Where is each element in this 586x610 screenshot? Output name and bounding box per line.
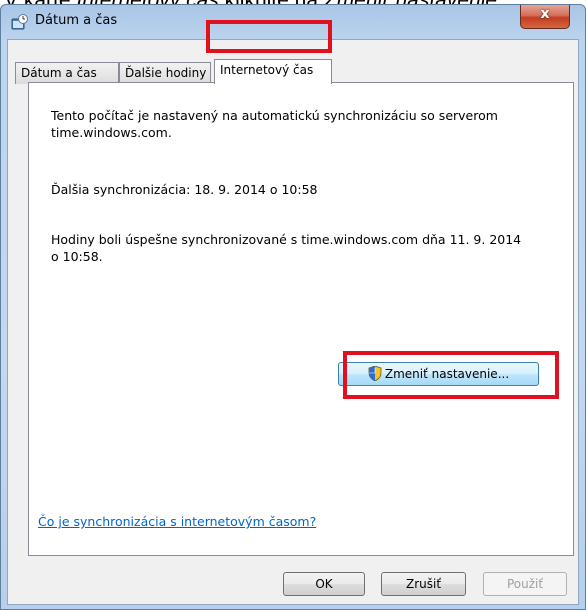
tab-internet-time[interactable]: Internetový čas — [214, 59, 332, 84]
apply-label: Použiť — [506, 577, 544, 591]
tab-additional-clocks-label: Ďalšie hodiny — [125, 66, 207, 80]
tab-internet-time-label: Internetový čas — [220, 63, 314, 77]
internet-time-help-link[interactable]: Čo je synchronizácia s internetovým časo… — [38, 514, 316, 529]
date-time-dialog: Dátum a čas x Dátum a čas Ďalšie hodiny … — [0, 4, 586, 610]
apply-button[interactable]: Použiť — [483, 572, 567, 596]
window-title: Dátum a čas — [35, 13, 118, 28]
change-settings-button[interactable]: Zmeniť nastavenie... — [338, 362, 539, 386]
tab-additional-clocks[interactable]: Ďalšie hodiny — [119, 62, 211, 84]
last-sync-text: Hodiny boli úspešne synchronizované s ti… — [51, 231, 566, 265]
cancel-label: Zrušiť — [405, 577, 442, 591]
close-button[interactable]: x — [520, 5, 570, 29]
sync-info-line-1: Tento počítač je nastavený na automatick… — [51, 108, 498, 123]
internet-time-panel: Tento počítač je nastavený na automatick… — [28, 82, 574, 556]
close-icon: x — [540, 6, 550, 22]
tab-date-time[interactable]: Dátum a čas — [15, 62, 119, 84]
clock-icon — [11, 14, 28, 30]
last-sync-line-1: Hodiny boli úspešne synchronizované s ti… — [51, 232, 522, 247]
sync-info-text: Tento počítač je nastavený na automatick… — [51, 107, 551, 141]
change-settings-label: Zmeniť nastavenie... — [384, 367, 510, 381]
sync-info-line-2: time.windows.com. — [51, 125, 172, 140]
next-sync-text: Ďalšia synchronizácia: 18. 9. 2014 o 10:… — [51, 182, 318, 197]
uac-shield-icon — [368, 365, 382, 381]
title-bar[interactable]: Dátum a čas x — [1, 5, 585, 39]
ok-button[interactable]: OK — [283, 572, 365, 596]
cancel-button[interactable]: Zrušiť — [381, 572, 466, 596]
dialog-client-area: Dátum a čas Ďalšie hodiny Internetový ča… — [7, 39, 579, 605]
last-sync-line-2: o 10:58. — [51, 249, 103, 264]
ok-label: OK — [315, 577, 333, 591]
tab-date-time-label: Dátum a čas — [21, 66, 97, 80]
